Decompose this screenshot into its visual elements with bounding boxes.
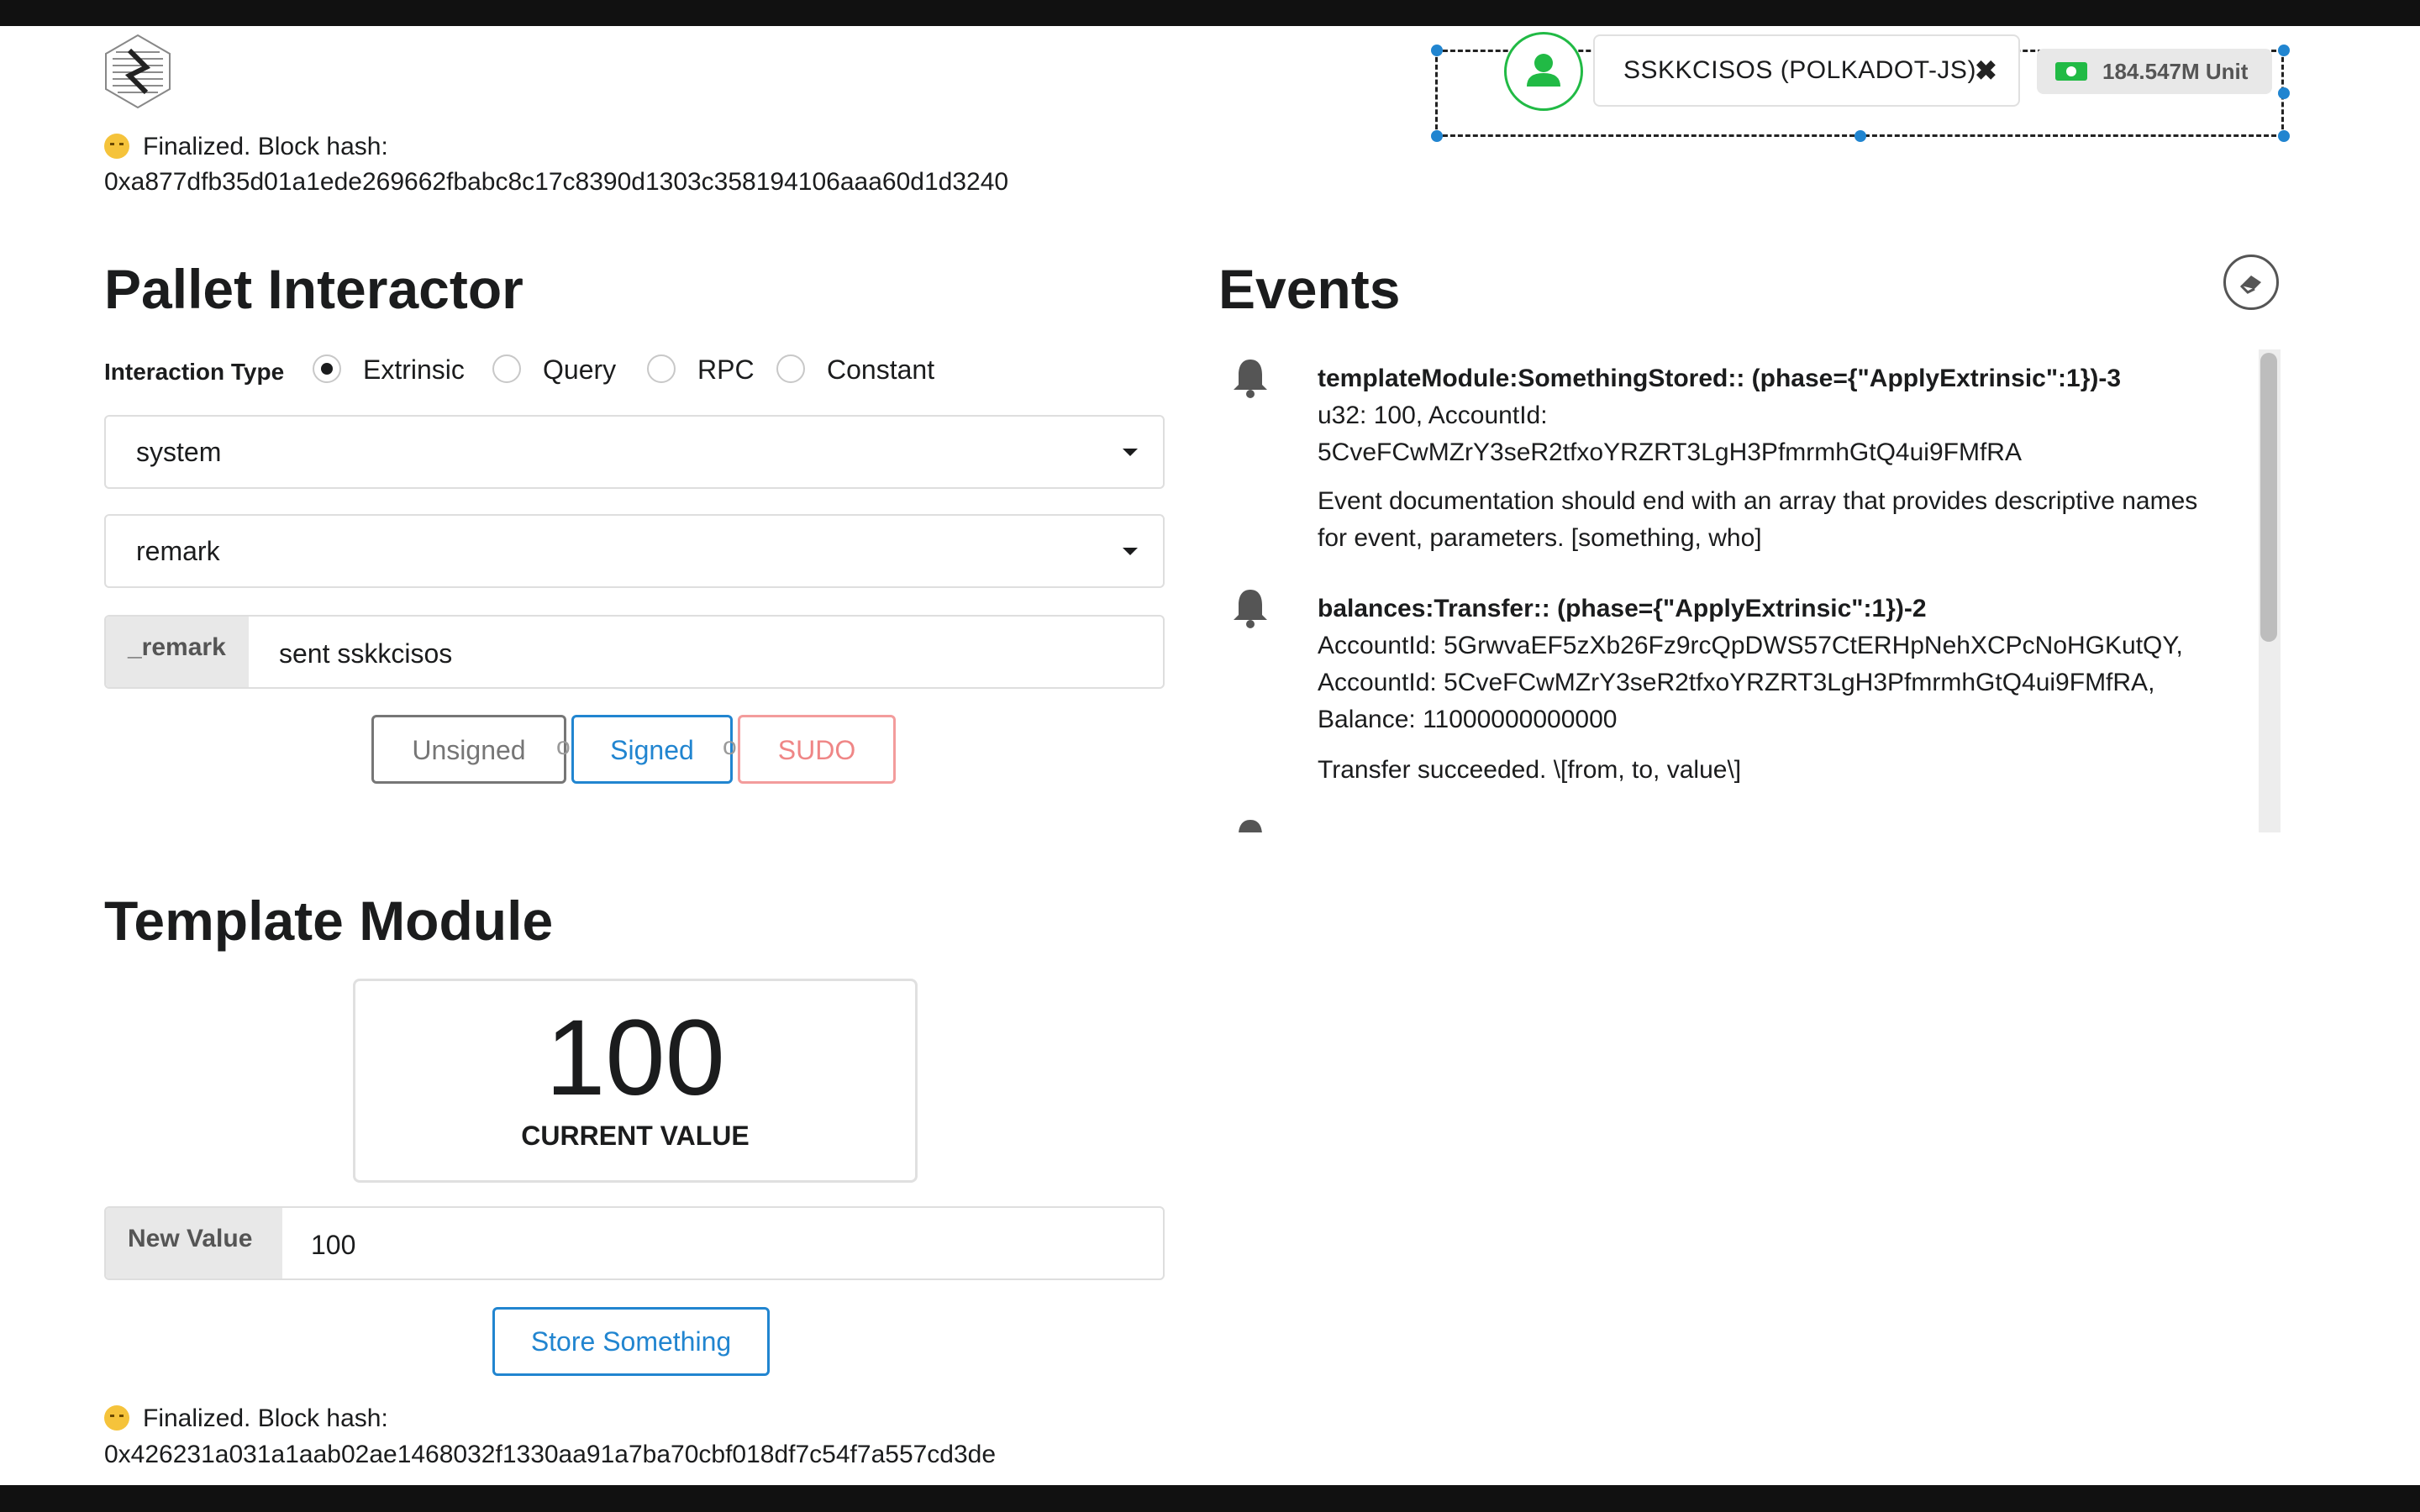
user-avatar-icon[interactable] [1504,32,1583,111]
store-something-button[interactable]: Store Something [492,1307,770,1376]
account-dropdown[interactable]: SSKKCISOS (POLKADOT-JS) ✖ [1593,34,2020,107]
close-icon[interactable]: ✖ [1975,55,1997,87]
radio-label-query: Query [543,354,617,385]
caret-down-icon [1123,449,1138,456]
resize-handle[interactable] [1854,130,1866,142]
resize-handle[interactable] [1431,130,1443,142]
sudo-button[interactable]: SUDO [738,715,896,784]
remark-input-label: _remark [106,617,249,687]
events-feed[interactable]: templateModule:SomethingStored:: (phase=… [1218,349,2281,832]
resize-handle[interactable] [1431,45,1443,56]
event-detail: Balance: 11000000000000 [1318,706,1618,733]
event-detail: AccountId: 5GrwvaEF5zXb26Fz9rcQpDWS57CtE… [1318,632,2183,659]
current-value: 100 [545,998,725,1118]
status-label: Finalized. Block hash: [143,1404,388,1432]
template-module-title: Template Module [104,890,554,952]
radio-label-extrinsic: Extrinsic [363,354,465,385]
event-detail: 5CveFCwMZrY3seR2tfxoYRZRT3LgH3PfmrmhGtQ4… [1318,438,2022,466]
remark-input-value[interactable]: sent sskkcisos [279,638,452,669]
radio-constant[interactable] [776,354,805,383]
callable-dropdown[interactable]: remark [104,514,1165,588]
account-label: SSKKCISOS (POLKADOT-JS) [1623,56,1976,84]
radio-extrinsic[interactable] [313,354,341,383]
remark-input[interactable]: _remark sent sskkcisos [104,615,1165,689]
bell-icon [1239,820,1262,832]
event-title: templateModule:SomethingStored:: (phase=… [1318,365,2122,392]
radio-query[interactable] [492,354,521,383]
resize-handle[interactable] [2278,87,2290,99]
pallet-dropdown[interactable]: system [104,415,1165,489]
bell-icon [1234,360,1267,398]
resize-handle[interactable] [2278,45,2290,56]
top-black-bar [0,0,2420,26]
clear-events-button[interactable] [2223,255,2279,310]
status-message-bottom: Finalized. Block hash: [104,1404,388,1433]
unsigned-button[interactable]: Unsigned [371,715,566,784]
event-detail: AccountId: 5CveFCwMZrY3seR2tfxoYRZRT3LgH… [1318,669,2155,696]
status-message-top: Finalized. Block hash: [104,133,388,161]
substrate-logo-icon [105,34,171,109]
radio-rpc[interactable] [647,354,676,383]
radio-label-rpc: RPC [697,354,755,385]
balance-badge: 184.547M Unit [2037,49,2272,94]
block-hash-top: 0xa877dfb35d01a1ede269662fbabc8c17c8390d… [104,168,1009,196]
smirk-emoji-icon [104,134,129,159]
events-scrollbar-thumb[interactable] [2260,353,2277,642]
pallet-dropdown-value: system [136,437,222,467]
event-doc: Transfer succeeded. \[from, to, value\] [1318,756,1742,784]
pallet-interactor-title: Pallet Interactor [104,258,523,320]
event-doc: for event, parameters. [something, who] [1318,524,1762,552]
current-value-card: 100 CURRENT VALUE [353,979,918,1183]
money-icon [2055,62,2087,81]
event-detail: u32: 100, AccountId: [1318,402,1548,429]
status-label: Finalized. Block hash: [143,133,388,160]
events-title: Events [1218,258,1401,320]
smirk-emoji-icon [104,1405,129,1431]
balance-value: 184.547M Unit [2102,59,2249,84]
caret-down-icon [1123,548,1138,555]
signed-button[interactable]: Signed [571,715,733,784]
callable-dropdown-value: remark [136,536,220,566]
new-value-label: New Value [106,1208,282,1278]
interaction-type-label: Interaction Type [104,359,285,385]
event-title: balances:Transfer:: (phase={"ApplyExtrin… [1318,595,1927,622]
eraser-icon [2239,276,2261,294]
new-value-input[interactable]: New Value 100 [104,1206,1165,1280]
resize-handle[interactable] [2278,130,2290,142]
current-value-label: CURRENT VALUE [521,1121,750,1151]
radio-label-constant: Constant [827,354,935,385]
event-doc: Event documentation should end with an a… [1318,487,2198,515]
bottom-black-bar [0,1485,2420,1512]
block-hash-bottom: 0x426231a031a1aab02ae1468032f1330aa91a7b… [104,1441,997,1468]
bell-icon [1234,590,1267,628]
new-value-field[interactable]: 100 [311,1230,355,1261]
